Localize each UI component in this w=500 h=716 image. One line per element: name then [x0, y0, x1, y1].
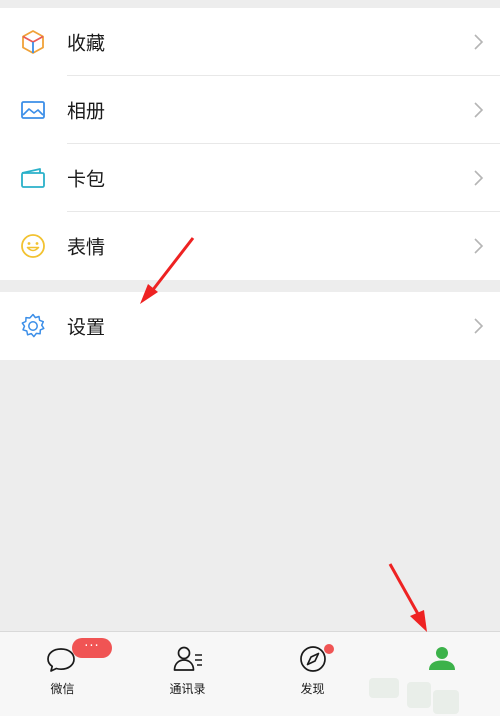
- tab-chats[interactable]: 微信 ···: [0, 632, 125, 716]
- chevron-right-icon: [474, 34, 484, 50]
- settings-gear-icon: [21, 313, 45, 338]
- menu-item-card-wallet[interactable]: 卡包: [0, 144, 500, 212]
- unread-badge: ···: [72, 638, 112, 658]
- tab-contacts[interactable]: 通讯录: [125, 632, 250, 716]
- menu-group-1: 收藏 相册 卡包 表情: [0, 8, 500, 280]
- new-dot-badge: [324, 644, 334, 654]
- menu-item-label: 收藏: [67, 32, 106, 55]
- menu-item-favorites[interactable]: 收藏: [0, 8, 500, 76]
- tab-label: 微信: [50, 682, 75, 696]
- blurred-area: [433, 690, 459, 714]
- menu-item-label: 相册: [67, 100, 106, 123]
- contacts-icon: [173, 646, 202, 671]
- bottom-tab-bar: 微信 ··· 通讯录 发现: [0, 631, 500, 716]
- tab-discover[interactable]: 发现: [250, 632, 375, 716]
- chevron-right-icon: [474, 170, 484, 186]
- chevron-right-icon: [474, 102, 484, 118]
- menu-item-album[interactable]: 相册: [0, 76, 500, 144]
- album-picture-icon: [21, 101, 45, 119]
- menu-item-label: 设置: [67, 316, 106, 339]
- arrow-to-me-tab: [388, 563, 427, 632]
- menu-item-stickers[interactable]: 表情: [0, 212, 500, 280]
- blurred-area: [369, 678, 399, 698]
- me-person-icon: [429, 647, 455, 670]
- chevron-right-icon: [474, 238, 484, 254]
- menu-group-2: 设置: [0, 292, 500, 360]
- blurred-area: [407, 682, 431, 708]
- tab-label: 发现: [300, 682, 325, 696]
- menu-item-settings[interactable]: 设置: [0, 292, 500, 360]
- favorites-cube-icon: [22, 30, 44, 54]
- tab-me[interactable]: [369, 632, 500, 716]
- sticker-smiley-icon: [21, 234, 45, 258]
- menu-item-label: 表情: [67, 236, 106, 259]
- menu-item-label: 卡包: [67, 168, 106, 191]
- card-wallet-icon: [21, 168, 45, 188]
- tab-label: 通讯录: [169, 682, 206, 696]
- chevron-right-icon: [474, 318, 484, 334]
